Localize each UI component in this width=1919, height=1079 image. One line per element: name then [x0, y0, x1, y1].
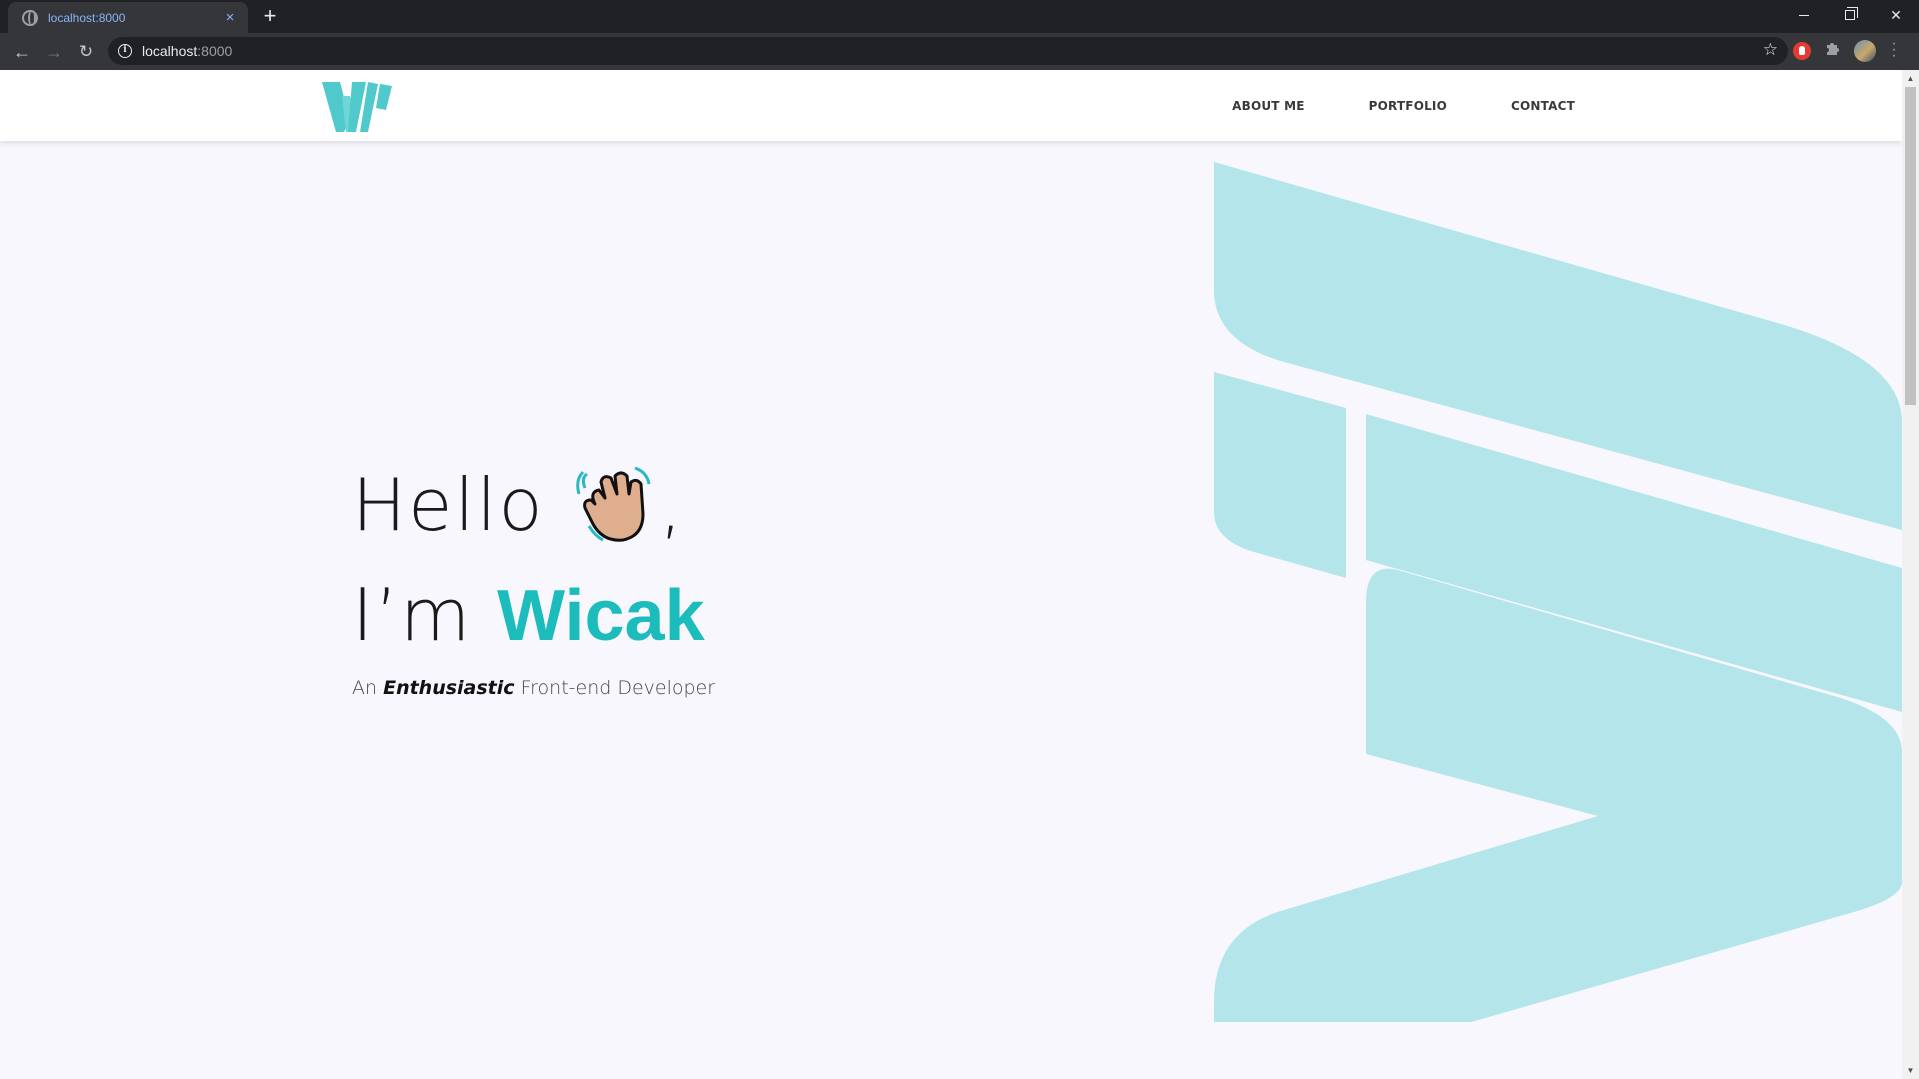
page-viewport: ABOUT ME PORTFOLIO CONTACT Hello , I’m W… [0, 70, 1902, 1079]
globe-icon [22, 9, 38, 26]
restore-icon [1845, 7, 1858, 20]
hero-greeting: Hello [352, 463, 545, 547]
hero-greeting-line: Hello , [352, 450, 715, 560]
subtitle-prefix: An [352, 677, 378, 699]
site-info-icon[interactable]: i [118, 44, 132, 58]
scroll-up-arrow-icon[interactable]: ▲ [1902, 70, 1919, 87]
minimize-button[interactable] [1781, 0, 1827, 30]
tab-title: localhost:8000 [48, 10, 126, 25]
waving-hand-icon [576, 466, 651, 542]
back-button[interactable]: ← [9, 39, 35, 65]
brand-shape-background [1214, 162, 1902, 1022]
minimize-icon [1799, 14, 1809, 16]
tab-close-button[interactable]: × [222, 9, 238, 26]
scroll-down-arrow-icon[interactable]: ▼ [1902, 1062, 1919, 1079]
nav-about-me[interactable]: ABOUT ME [1232, 99, 1304, 113]
scroll-thumb[interactable] [1905, 87, 1916, 405]
extensions-puzzle-icon[interactable] [1824, 39, 1844, 57]
nav-contact[interactable]: CONTACT [1511, 99, 1575, 113]
browser-menu-icon[interactable]: · · · [1890, 36, 1898, 64]
restore-button[interactable] [1827, 0, 1873, 30]
hero-greeting-comma: , [659, 463, 685, 547]
address-bar[interactable]: i localhost:8000 ☆ [108, 37, 1788, 65]
hero-section: Hello , I’m Wicak An Enthusiastic Front-… [352, 450, 715, 699]
new-tab-button[interactable]: + [258, 5, 282, 29]
site-header: ABOUT ME PORTFOLIO CONTACT [0, 70, 1902, 141]
hero-subtitle: An Enthusiastic Front-end Developer [352, 677, 715, 699]
window-close-button[interactable]: ✕ [1873, 0, 1919, 30]
nav-portfolio[interactable]: PORTFOLIO [1369, 99, 1447, 113]
profile-avatar[interactable] [1854, 40, 1876, 62]
reload-button[interactable]: ↻ [73, 39, 99, 65]
page-scrollbar[interactable]: ▲ ▼ [1902, 70, 1919, 1079]
main-nav: ABOUT ME PORTFOLIO CONTACT [1168, 70, 1575, 141]
puzzle-icon [1827, 43, 1839, 55]
bookmark-star-icon[interactable]: ☆ [1763, 40, 1778, 60]
hero-intro: I’m [352, 573, 473, 657]
forward-button[interactable]: → [41, 39, 67, 65]
hero-intro-line: I’m Wicak [352, 560, 715, 671]
browser-tab[interactable]: localhost:8000 × [8, 2, 248, 33]
hero-name: Wicak [497, 576, 705, 656]
subtitle-suffix: Front-end Developer [520, 677, 716, 699]
url-host: localhost [142, 43, 198, 59]
url-port: :8000 [197, 43, 233, 59]
extension-adblock-icon[interactable] [1793, 42, 1811, 60]
browser-tabstrip: localhost:8000 × + ✕ [0, 0, 1919, 33]
subtitle-emphasis: Enthusiastic [383, 677, 515, 699]
window-controls: ✕ [1781, 0, 1919, 30]
browser-toolbar: ← → ↻ i localhost:8000 ☆ · · · [0, 33, 1919, 70]
wicak-logo[interactable] [322, 80, 392, 132]
